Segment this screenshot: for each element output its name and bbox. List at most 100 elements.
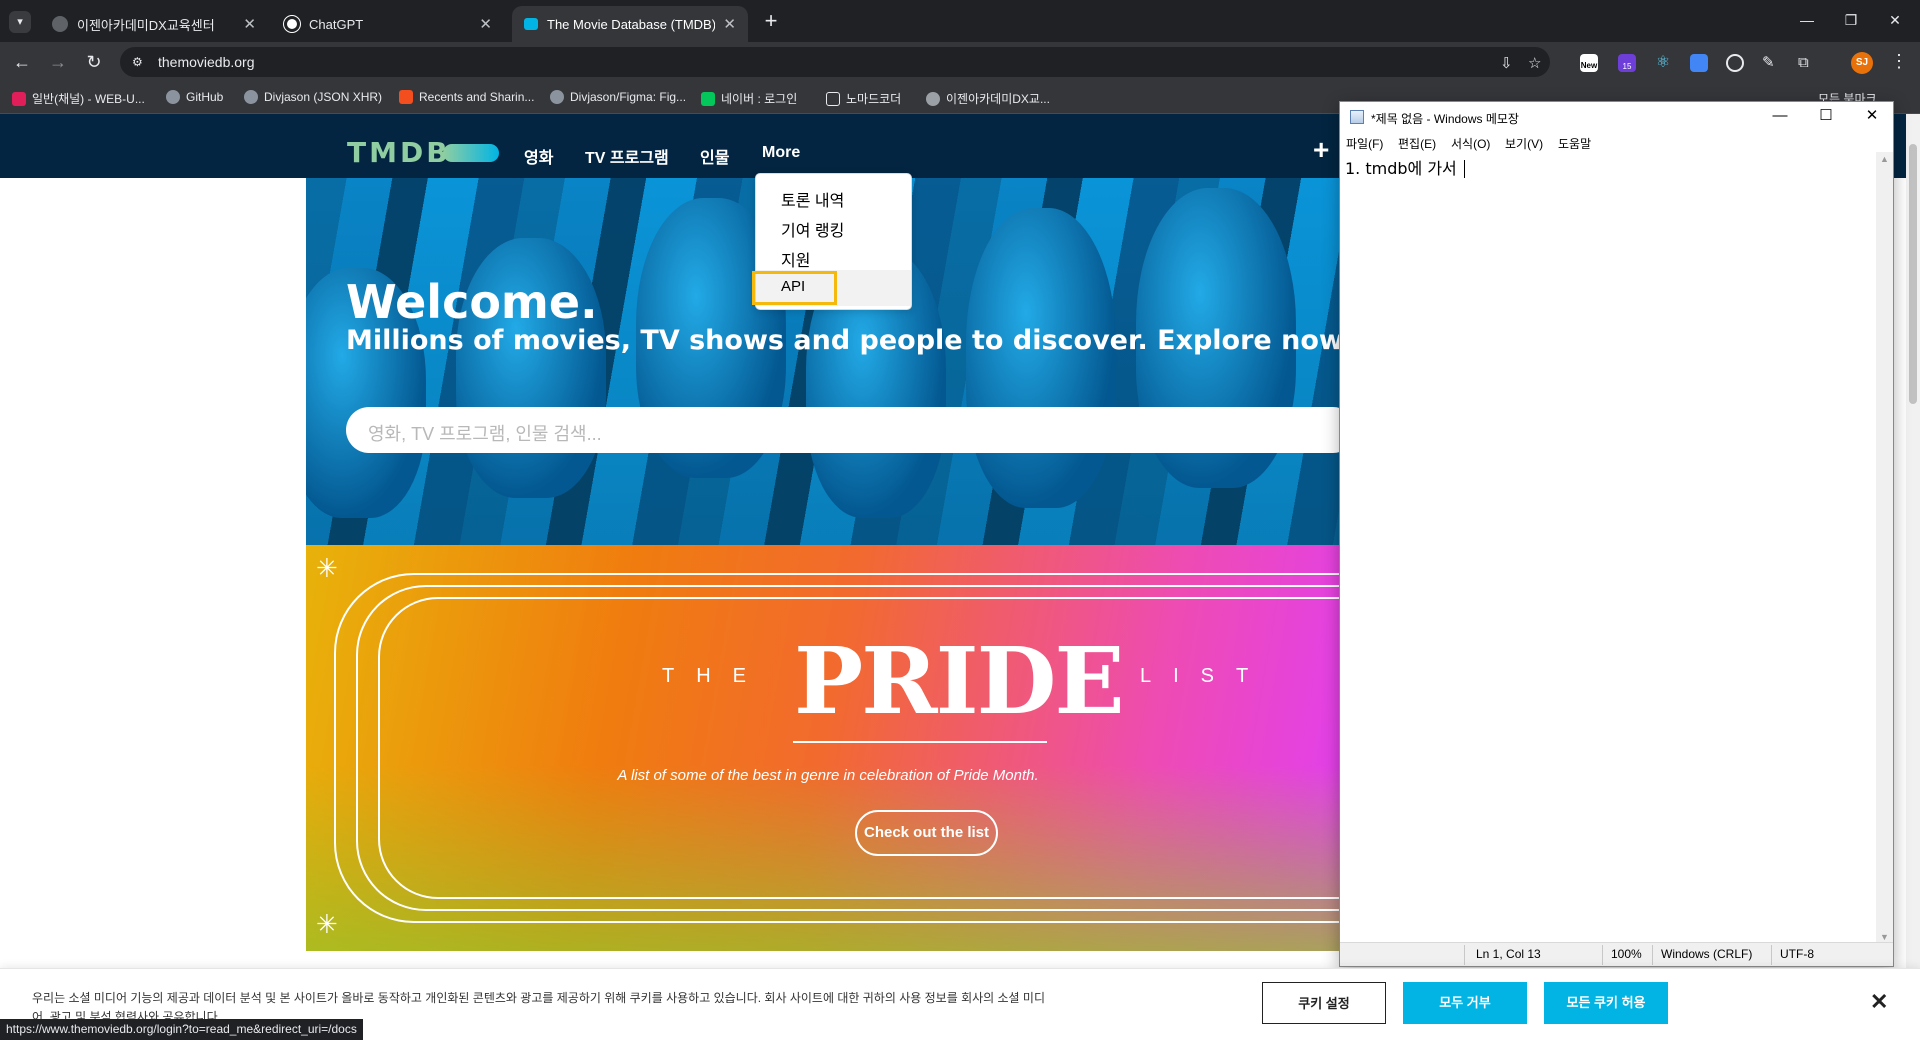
chatgpt-icon [283,15,301,33]
github-icon [166,90,180,104]
bookmark-label: Recents and Sharin... [419,90,535,104]
bookmark-item[interactable]: 일반(채널) - WEB-U... [12,90,145,107]
github-icon [550,90,564,104]
notepad-minimize-button[interactable]: — [1757,102,1803,132]
menu-file[interactable]: 파일(F) [1346,135,1383,152]
sparkle-icon: ✳ [316,553,338,583]
bookmark-item[interactable]: Divjason (JSON XHR) [244,90,382,104]
notepad-icon [1350,110,1364,124]
back-button[interactable]: ← [8,50,36,74]
bookmark-label: 이젠아카데미DX교... [946,92,1050,106]
bookmark-label: 일반(채널) - WEB-U... [32,92,145,106]
close-tab-icon[interactable]: ✕ [723,15,736,33]
bookmark-item[interactable]: 네이버 : 로그인 [701,90,797,107]
sparkle-icon: ✳ [316,909,338,939]
address-bar[interactable]: ⚙ themoviedb.org ⇩ ☆ [120,47,1550,77]
close-icon[interactable]: ✕ [1870,989,1888,1015]
restore-button[interactable]: ❐ [1828,0,1874,42]
notepad-content: 1. tmdb에 가서 [1345,159,1462,178]
bookmark-item[interactable]: Divjason/Figma: Fig... [550,90,686,104]
menu-view[interactable]: 보기(V) [1505,135,1543,152]
status-separator [1602,945,1603,965]
close-window-button[interactable]: ✕ [1872,0,1918,42]
nav-tv[interactable]: TV 프로그램 [585,144,669,168]
bookmark-item[interactable]: 이젠아카데미DX교... [926,90,1050,107]
bookmark-item[interactable]: GitHub [166,90,223,104]
check-out-list-button[interactable]: Check out the list [855,810,998,856]
notepad-scrollbar[interactable]: ▲ ▼ [1876,152,1893,944]
eyedropper-icon[interactable]: ✎ [1762,54,1780,72]
menu-format[interactable]: 서식(O) [1451,135,1490,152]
close-tab-icon[interactable]: ✕ [479,15,492,33]
text-caret [1463,160,1465,178]
extensions-puzzle-icon[interactable]: ⧉ [1798,54,1816,72]
bookmark-item[interactable]: Recents and Sharin... [399,90,534,104]
extension-target-icon[interactable] [1726,54,1744,72]
tab-tmdb[interactable]: The Movie Database (TMDB) ✕ [512,6,748,42]
profile-initials: SJ [1855,57,1869,68]
scrollbar-thumb[interactable] [1909,144,1917,404]
scroll-down-icon[interactable]: ▼ [1880,932,1889,942]
nav-more[interactable]: More [762,144,800,162]
pride-the: THE [662,665,768,687]
profile-avatar[interactable]: SJ [1851,52,1873,74]
nav-movies[interactable]: 영화 [524,144,553,168]
status-encoding: UTF-8 [1780,947,1814,961]
notepad-maximize-button[interactable]: ☐ [1803,102,1849,132]
menu-item-discussions[interactable]: 토론 내역 [781,187,844,211]
status-zoom: 100% [1611,947,1642,961]
bookmark-star-icon[interactable]: ☆ [1528,54,1541,72]
notepad-editor[interactable]: 1. tmdb에 가서 [1345,155,1465,179]
reject-all-button[interactable]: 모두 거부 [1403,982,1527,1024]
bookmark-label: 노마드코더 [846,92,902,106]
globe-icon [52,16,68,32]
bookmark-label: Divjason/Figma: Fig... [570,90,687,104]
react-devtools-icon[interactable]: ⚛ [1654,54,1672,72]
forward-button[interactable]: → [44,50,72,74]
scroll-up-icon[interactable]: ▲ [1880,154,1889,164]
pride-caption: A list of some of the best in genre in c… [617,767,1039,784]
new-tab-button[interactable]: + [757,8,785,36]
menu-item-leaderboard[interactable]: 기여 랭킹 [781,217,844,241]
notepad-close-button[interactable]: ✕ [1849,102,1895,132]
status-separator [1771,945,1772,965]
extension-new-icon[interactable]: New [1580,54,1598,72]
pride-list: LIST [1140,665,1271,687]
site-info-icon[interactable]: ⚙ [132,54,148,70]
tab-ezen-academy[interactable]: 이젠아카데미DX교육센터 ✕ [40,6,268,42]
search-input[interactable]: 영화, TV 프로그램, 인물 검색... [346,407,1340,453]
menu-help[interactable]: 도움말 [1558,135,1591,152]
more-dropdown-menu: 토론 내역 기여 랭킹 지원 API [752,173,912,310]
install-app-icon[interactable]: ⇩ [1500,54,1513,72]
browser-toolbar: ← → ↻ ⚙ themoviedb.org ⇩ ☆ New 15 ⚛ ✎ ⧉ … [0,42,1920,82]
browser-menu-icon[interactable]: ⋮ [1890,51,1908,72]
extension-count-icon[interactable]: 15 [1618,54,1636,72]
nav-people[interactable]: 인물 [700,144,729,168]
notepad-menubar: 파일(F) 편집(E) 서식(O) 보기(V) 도움말 [1340,132,1893,152]
tmdb-logo[interactable]: TMDB [347,136,451,169]
extension-docs-icon[interactable] [1690,54,1708,72]
menu-edit[interactable]: 편집(E) [1398,135,1436,152]
minimize-button[interactable]: — [1784,0,1830,42]
notepad-titlebar[interactable]: *제목 없음 - Windows 메모장 — ☐ ✕ [1340,102,1893,132]
tab-title: The Movie Database (TMDB) [547,16,716,32]
page-scrollbar[interactable] [1906,114,1920,1040]
add-plus-icon[interactable]: + [1313,134,1329,166]
reload-button[interactable]: ↻ [80,50,108,74]
close-tab-icon[interactable]: ✕ [243,15,256,33]
tmdb-logo-pill [443,144,499,162]
pride-divider [793,741,1047,743]
extension-badge-new: New [1580,61,1598,70]
figma-icon [399,90,413,104]
menu-item-support[interactable]: 지원 [781,247,810,271]
status-eol: Windows (CRLF) [1661,947,1753,961]
notepad-statusbar: Ln 1, Col 13 100% Windows (CRLF) UTF-8 [1340,942,1893,966]
cookie-settings-button[interactable]: 쿠키 설정 [1262,982,1386,1024]
folder-icon [826,91,840,106]
bookmark-label: 네이버 : 로그인 [721,92,798,106]
tab-chatgpt[interactable]: ChatGPT ✕ [272,6,504,42]
notepad-title: *제목 없음 - Windows 메모장 [1371,112,1519,126]
tab-search-button[interactable]: ▾ [9,11,31,33]
accept-all-cookies-button[interactable]: 모든 쿠키 허용 [1544,982,1668,1024]
bookmark-folder[interactable]: 노마드코더 [826,90,901,107]
